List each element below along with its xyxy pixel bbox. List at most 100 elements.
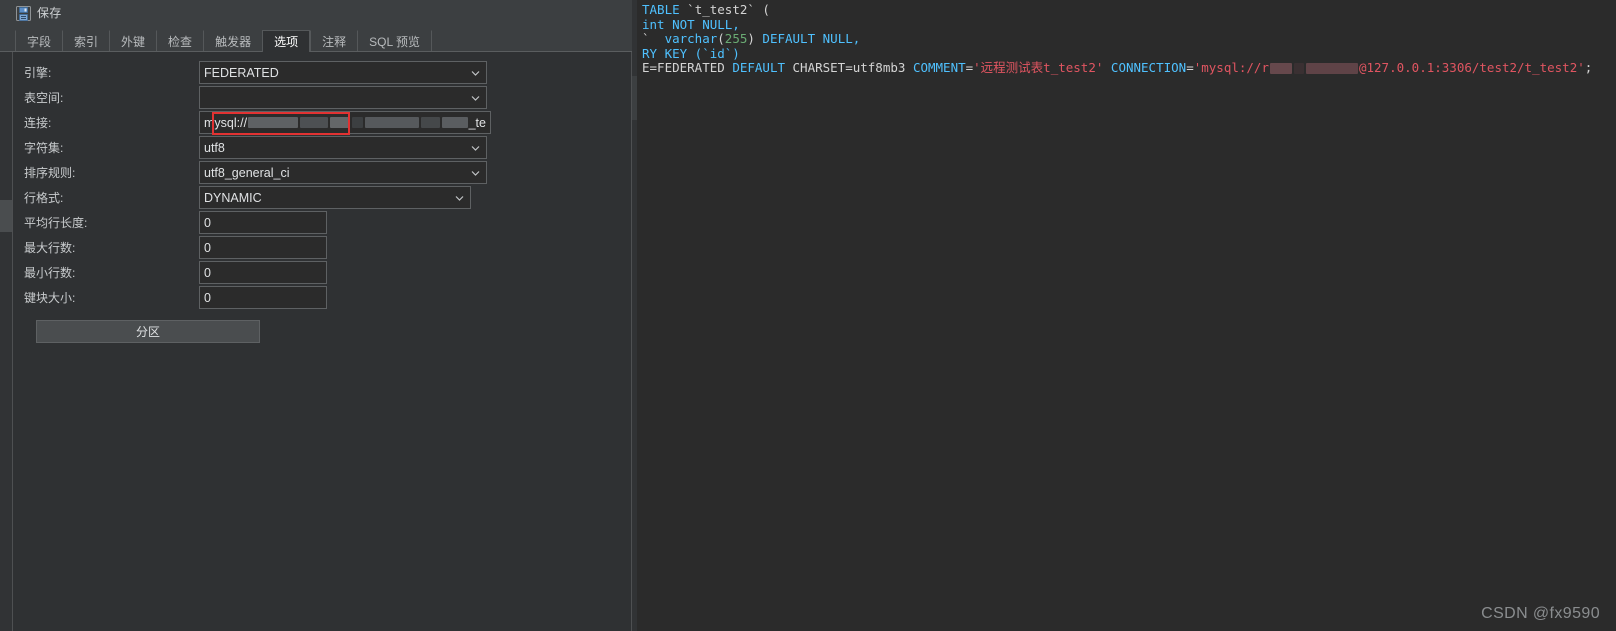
form-row-charset: 字符集: utf8 — [13, 135, 631, 160]
redaction-mask — [442, 117, 468, 128]
sql-line5-connection-pre: 'mysql://r — [1194, 60, 1269, 75]
form-row-min-rows: 最小行数: 0 — [13, 260, 631, 285]
label-max-rows: 最大行数: — [13, 239, 199, 256]
sql-line3-type: varchar — [665, 31, 718, 46]
sql-line5-connection-post: @127.0.0.1:3306/test2/t_test2' — [1359, 60, 1585, 75]
tab-indexes[interactable]: 索引 — [62, 30, 109, 52]
sql-line5-engine: E=FEDERATED — [642, 60, 732, 75]
redaction-mask — [330, 117, 350, 128]
tab-checks[interactable]: 检查 — [156, 30, 203, 52]
table-designer-window: 保存 字段 索引 外键 检查 触发器 选项 注释 SQL 预览 引擎: — [0, 0, 1616, 631]
tab-sql-preview[interactable]: SQL 预览 — [357, 30, 432, 52]
form-row-max-rows: 最大行数: 0 — [13, 235, 631, 260]
sql-scroll-thumb[interactable] — [632, 76, 637, 120]
sql-line5-comment-kw: COMMENT — [913, 60, 966, 75]
label-min-rows: 最小行数: — [13, 264, 199, 281]
redaction-mask — [1270, 63, 1292, 74]
key-block-size-value: 0 — [204, 291, 211, 305]
tab-foreign-keys[interactable]: 外键 — [109, 30, 156, 52]
sql-line4: RY KEY (`id`) — [642, 46, 740, 61]
sql-line5-comment-string: '远程测试表t_test2' — [973, 60, 1103, 75]
redaction-mask — [1306, 63, 1358, 74]
max-rows-input[interactable]: 0 — [199, 236, 327, 259]
form-row-engine: 引擎: FEDERATED — [13, 60, 631, 85]
floppy-save-icon — [16, 6, 31, 21]
sql-code-view[interactable]: TABLE `t_test2` ( int NOT NULL, ` varcha… — [637, 0, 1616, 631]
label-engine: 引擎: — [13, 64, 199, 81]
sql-preview-panel: TABLE `t_test2` ( int NOT NULL, ` varcha… — [632, 0, 1616, 631]
form-row-row-format: 行格式: DYNAMIC — [13, 185, 631, 210]
label-key-block-size: 键块大小: — [13, 289, 199, 306]
collation-combobox[interactable]: utf8_general_ci — [199, 161, 487, 184]
redaction-mask — [352, 117, 363, 128]
connection-value: mysql:// — [204, 116, 247, 130]
watermark: CSDN @fx9590 — [1481, 605, 1600, 623]
avg-row-length-input[interactable]: 0 — [199, 211, 327, 234]
sql-line5-space — [1103, 60, 1111, 75]
row-format-value: DYNAMIC — [204, 191, 262, 205]
engine-value: FEDERATED — [204, 66, 279, 80]
sql-line2: int NOT NULL, — [642, 17, 740, 32]
tab-comment[interactable]: 注释 — [310, 30, 357, 52]
chevron-down-icon — [471, 93, 480, 102]
min-rows-value: 0 — [204, 266, 211, 280]
redaction-mask — [421, 117, 440, 128]
options-form-area: 引擎: FEDERATED 表空间: — [0, 52, 632, 631]
tab-options[interactable]: 选项 — [262, 30, 310, 52]
save-button-label: 保存 — [37, 7, 61, 19]
row-format-combobox[interactable]: DYNAMIC — [199, 186, 471, 209]
options-form: 引擎: FEDERATED 表空间: — [13, 52, 631, 631]
sql-line5-charset: CHARSET=utf8mb3 — [785, 60, 913, 75]
form-row-key-block-size: 键块大小: 0 — [13, 285, 631, 310]
label-collation: 排序规则: — [13, 164, 199, 181]
scroll-thumb[interactable] — [0, 200, 12, 232]
sql-line5-default-kw: DEFAULT — [732, 60, 785, 75]
connection-suffix: _te — [469, 116, 486, 130]
redaction-mask — [300, 117, 328, 128]
redaction-mask — [248, 117, 298, 128]
form-row-connection: 连接: mysql:// _te — [13, 110, 631, 135]
label-charset: 字符集: — [13, 139, 199, 156]
sql-line3-paren-open: ( — [717, 31, 725, 46]
chevron-down-icon — [471, 143, 480, 152]
sql-line5-semicolon: ; — [1585, 60, 1593, 75]
tab-bar: 字段 索引 外键 检查 触发器 选项 注释 SQL 预览 — [0, 26, 632, 52]
label-connection: 连接: — [13, 114, 199, 131]
sql-line5-eq2: = — [1186, 60, 1194, 75]
min-rows-input[interactable]: 0 — [199, 261, 327, 284]
left-scroll-gutter[interactable] — [0, 52, 13, 631]
engine-combobox[interactable]: FEDERATED — [199, 61, 487, 84]
partition-button[interactable]: 分区 — [36, 320, 260, 343]
key-block-size-input[interactable]: 0 — [199, 286, 327, 309]
sql-line5-connection-kw: CONNECTION — [1111, 60, 1186, 75]
save-button[interactable]: 保存 — [14, 3, 63, 23]
connection-input[interactable]: mysql:// _te — [199, 111, 491, 134]
chevron-down-icon — [455, 193, 464, 202]
sql-line1-keyword: TABLE — [642, 2, 680, 17]
chevron-down-icon — [471, 68, 480, 77]
sql-scroll-gutter[interactable] — [632, 0, 637, 631]
sql-line3-paren-close: ) — [747, 31, 755, 46]
collation-value: utf8_general_ci — [204, 166, 289, 180]
table-options-panel: 保存 字段 索引 外键 检查 触发器 选项 注释 SQL 预览 引擎: — [0, 0, 632, 631]
tablespace-combobox[interactable] — [199, 86, 487, 109]
form-row-collation: 排序规则: utf8_general_ci — [13, 160, 631, 185]
form-row-avg-row-length: 平均行长度: 0 — [13, 210, 631, 235]
sql-line1-rest: `t_test2` ( — [680, 2, 770, 17]
charset-combobox[interactable]: utf8 — [199, 136, 487, 159]
chevron-down-icon — [471, 168, 480, 177]
sql-line3-length: 255 — [725, 31, 748, 46]
tab-fields[interactable]: 字段 — [15, 30, 62, 52]
label-tablespace: 表空间: — [13, 89, 199, 106]
avg-row-length-value: 0 — [204, 216, 211, 230]
label-avg-row-length: 平均行长度: — [13, 214, 199, 231]
redaction-mask — [365, 117, 419, 128]
sql-line3-pre: ` — [642, 31, 665, 46]
form-row-tablespace: 表空间: — [13, 85, 631, 110]
label-row-format: 行格式: — [13, 189, 199, 206]
max-rows-value: 0 — [204, 241, 211, 255]
sql-line3-rest: DEFAULT NULL, — [755, 31, 860, 46]
tab-triggers[interactable]: 触发器 — [203, 30, 262, 52]
toolbar: 保存 — [0, 0, 632, 26]
charset-value: utf8 — [204, 141, 225, 155]
